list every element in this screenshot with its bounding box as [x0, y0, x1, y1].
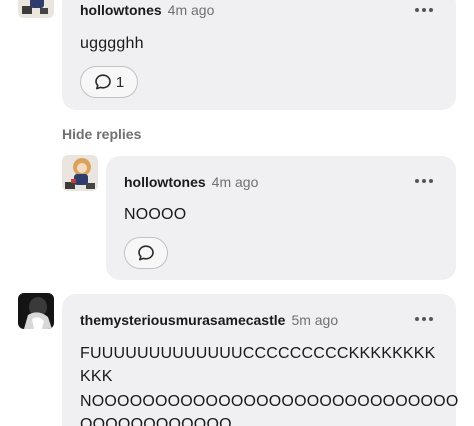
- comment-meta: hollowtones 4m ago: [80, 2, 214, 18]
- avatar-photo-icon: [18, 293, 54, 329]
- comments-page: hollowtones 4m ago ugggghh 1 Hide replie…: [0, 0, 474, 426]
- speech-bubble-icon: [138, 245, 154, 261]
- user-avatar[interactable]: [18, 0, 54, 18]
- comment-username[interactable]: hollowtones: [80, 2, 162, 18]
- comment-text-line: FUUUUUUUUUUUUUCCCCCCCCCKKKKKKKK: [80, 345, 436, 362]
- comment-text-line: NOOOOOOOOOOOOOOOOOOOOOOOOOOOOO: [80, 393, 459, 410]
- comment-username[interactable]: themysteriousmurasamecastle: [80, 312, 285, 328]
- more-dots-icon[interactable]: [415, 8, 433, 12]
- speech-bubble-icon: [95, 74, 111, 90]
- hide-replies-link[interactable]: Hide replies: [62, 126, 141, 142]
- more-dots-icon[interactable]: [415, 317, 433, 321]
- comment-text-line: OOOOOOOOOOOO: [80, 416, 232, 426]
- comment-meta: themysteriousmurasamecastle 5m ago: [80, 312, 338, 328]
- comment-timestamp: 4m ago: [167, 2, 215, 18]
- comment-text: NOOOO: [124, 206, 187, 223]
- more-dots-icon[interactable]: [415, 179, 433, 183]
- comment-meta: hollowtones 4m ago: [124, 174, 258, 190]
- avatar-illustration-icon: [62, 155, 98, 191]
- comment-timestamp: 5m ago: [291, 312, 339, 328]
- comment-text-line: KKK: [80, 368, 113, 385]
- user-avatar[interactable]: [62, 155, 98, 191]
- user-avatar[interactable]: [18, 293, 54, 329]
- comment-text: ugggghh: [80, 35, 144, 52]
- reply-button[interactable]: [124, 237, 168, 269]
- comment-username[interactable]: hollowtones: [124, 174, 206, 190]
- avatar-illustration-icon: [18, 0, 54, 18]
- reply-button[interactable]: 1: [80, 66, 138, 98]
- reply-count: 1: [115, 73, 125, 91]
- comment-timestamp: 4m ago: [211, 174, 259, 190]
